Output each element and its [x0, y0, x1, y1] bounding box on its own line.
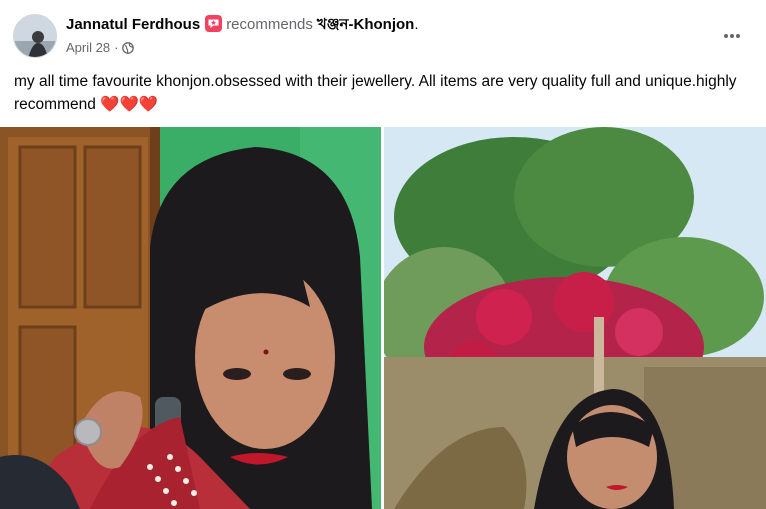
photo-grid	[0, 127, 766, 509]
author-avatar[interactable]	[13, 14, 57, 58]
post-date[interactable]: April 28	[66, 40, 110, 55]
page-name-suffix: .	[414, 16, 419, 33]
page-name-link[interactable]: খঞ্জন-Khonjon	[317, 16, 414, 33]
post-text: my all time favourite khonjon.obsessed w…	[14, 73, 737, 113]
post-meta: April 28 ·	[66, 39, 135, 59]
post-title-line: Jannatul Ferdhous recommends খঞ্জন-Khonjon…	[66, 15, 419, 35]
more-options-button[interactable]	[718, 22, 746, 50]
recommendation-badge-icon	[205, 15, 223, 32]
globe-icon[interactable]	[122, 41, 135, 59]
author-name[interactable]: Jannatul Ferdhous	[66, 16, 200, 33]
post-header: Jannatul Ferdhous recommends খঞ্জন-Khonjon…	[0, 0, 766, 66]
meta-separator: ·	[114, 40, 119, 55]
photo-flowers-garden[interactable]	[384, 127, 766, 509]
more-horizontal-icon	[724, 34, 740, 38]
photo-selfie-jewellery[interactable]	[0, 127, 381, 509]
recommends-label: recommends	[226, 16, 313, 33]
